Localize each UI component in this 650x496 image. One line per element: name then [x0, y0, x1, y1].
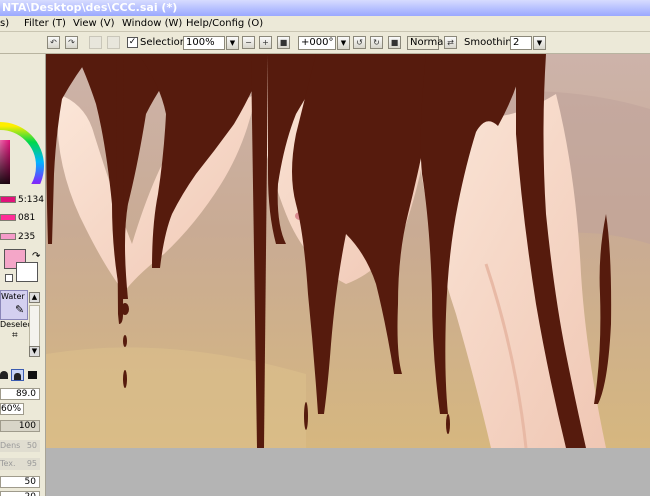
- brush-size-field[interactable]: 89.0: [0, 388, 40, 400]
- rotation-dropdown-icon[interactable]: ▼: [337, 36, 350, 50]
- dilution-field[interactable]: 20: [0, 491, 40, 496]
- menu-bar: s) Filter (T) View (V) Window (W) Help/C…: [0, 16, 650, 32]
- zoom-reset-icon[interactable]: ■: [277, 36, 290, 49]
- blend-mode-button[interactable]: Normal: [407, 36, 446, 50]
- rotation-field[interactable]: +000°: [298, 36, 336, 50]
- canvas-background-area: [46, 448, 650, 496]
- min-size-slider[interactable]: 100: [0, 420, 40, 432]
- zoom-dropdown-icon[interactable]: ▼: [226, 36, 239, 50]
- menu-item-layer[interactable]: s): [0, 17, 9, 30]
- selection-checkbox[interactable]: ✓: [127, 37, 138, 48]
- brush-shape-row: [0, 369, 45, 382]
- reset-colors-icon[interactable]: [5, 274, 13, 282]
- arrow-swap-icon[interactable]: ↷: [32, 251, 40, 262]
- density-value: 50: [26, 441, 37, 450]
- menu-item-filter[interactable]: Filter (T): [24, 17, 66, 30]
- water-brush-icon: ✎: [15, 303, 25, 316]
- smoothing-dropdown-icon[interactable]: ▼: [533, 36, 546, 50]
- tool-scrollbar[interactable]: [29, 305, 40, 347]
- menu-item-help-config[interactable]: Help/Config (O): [186, 17, 263, 30]
- texture-value: 95: [26, 459, 37, 468]
- toolbar: ↶ ↷ ✓ Selection 100% ▼ − + ■ +000° ▼ ↺ ↻…: [0, 32, 650, 54]
- brush-shape-round-icon[interactable]: [0, 371, 8, 379]
- redo-icon[interactable]: ↷: [65, 36, 78, 49]
- value-value: 235: [18, 232, 36, 242]
- tool-panel: 5:134 081 235 ↷ Water ✎ Deselect ⌗ ▲ ▼ 8…: [0, 54, 46, 496]
- rotate-left-icon[interactable]: ↺: [353, 36, 366, 49]
- color-wheel[interactable]: [0, 54, 46, 184]
- saturation-slider[interactable]: [0, 214, 16, 221]
- value-slider[interactable]: [0, 233, 16, 240]
- texture-slider[interactable]: Tex. 95: [0, 458, 40, 470]
- menu-item-view[interactable]: View (V): [73, 17, 115, 30]
- saturation-value: 081: [18, 213, 36, 223]
- scroll-up-icon[interactable]: ▲: [29, 292, 40, 303]
- tool-water[interactable]: Water ✎: [0, 290, 28, 320]
- menu-item-window[interactable]: Window (W): [122, 17, 182, 30]
- tool-deselect[interactable]: Deselect ⌗: [0, 320, 35, 344]
- density-label: Dens: [0, 441, 21, 450]
- rotate-right-icon[interactable]: ↻: [370, 36, 383, 49]
- hue-value: 5:134: [18, 195, 44, 205]
- brush-scale-field[interactable]: 60%: [0, 403, 24, 415]
- selection-label: Selection: [140, 37, 187, 48]
- rotation-reset-icon[interactable]: ■: [388, 36, 401, 49]
- flip-horizontal-icon[interactable]: ⇄: [444, 36, 457, 49]
- zoom-in-icon[interactable]: +: [259, 36, 272, 49]
- brush-shape-selected[interactable]: [11, 369, 24, 381]
- blending-field[interactable]: 50: [0, 476, 40, 488]
- zoom-field[interactable]: 100%: [183, 36, 225, 50]
- undo-icon[interactable]: ↶: [47, 36, 60, 49]
- brush-shape-square-icon[interactable]: [28, 371, 37, 379]
- deselect-tool-icon[interactable]: [89, 36, 102, 49]
- density-slider[interactable]: Dens 50: [0, 440, 40, 452]
- drawing-canvas[interactable]: [46, 54, 650, 448]
- invert-selection-icon[interactable]: [107, 36, 120, 49]
- zoom-out-icon[interactable]: −: [242, 36, 255, 49]
- texture-label: Tex.: [0, 459, 16, 468]
- smoothing-field[interactable]: 2: [510, 36, 532, 50]
- artwork: [46, 54, 650, 448]
- tool-water-label: Water: [1, 292, 25, 301]
- deselect-icon: ⌗: [12, 330, 18, 341]
- scroll-down-icon[interactable]: ▼: [29, 346, 40, 357]
- window-title: NTA\Desktop\des\CCC.sai (*): [0, 0, 650, 16]
- brush-shape-arc-icon: [14, 373, 21, 380]
- secondary-color-swatch[interactable]: [16, 262, 38, 282]
- hue-slider[interactable]: [0, 196, 16, 203]
